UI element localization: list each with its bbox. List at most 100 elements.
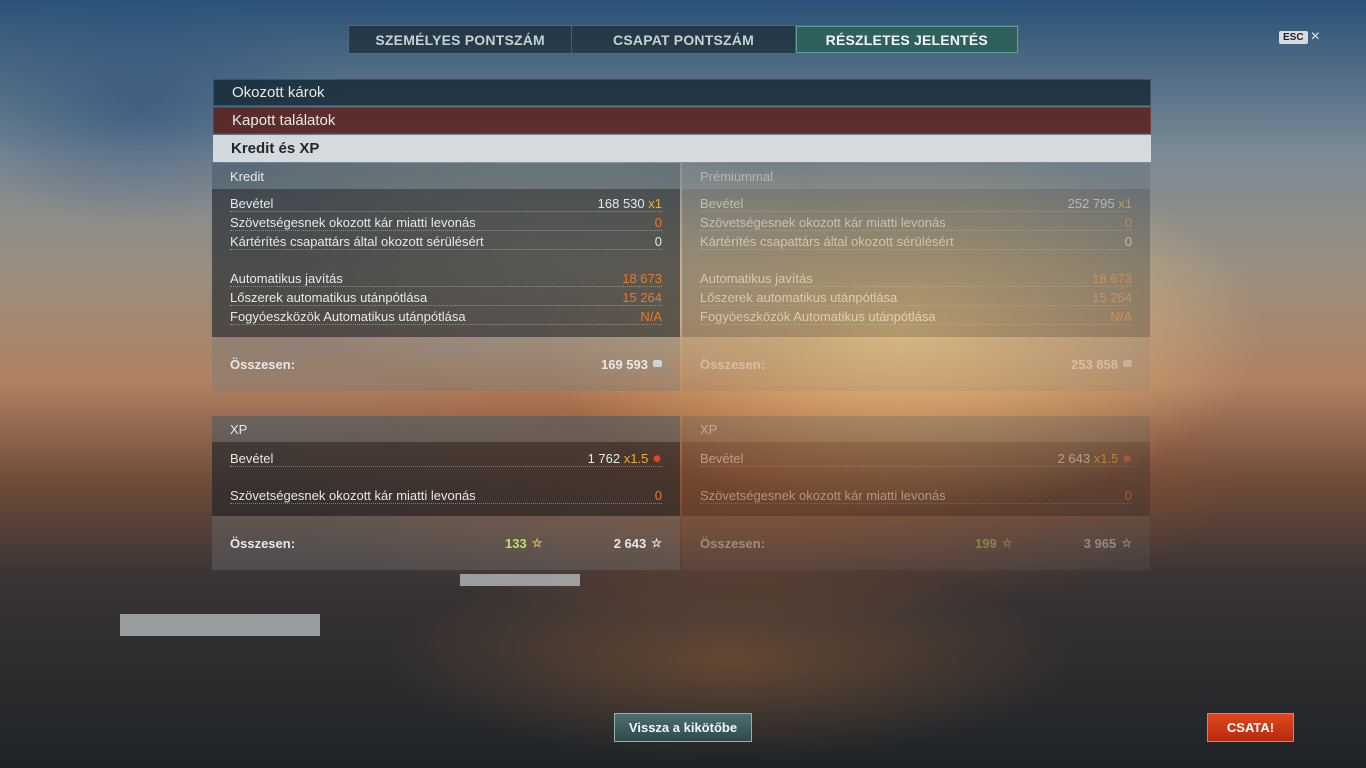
credits-panel: Kredit Bevétel 168 530 x1 Szövetségesnek …: [212, 163, 680, 391]
row-value: 1 762: [587, 451, 621, 466]
row-value: 18 673: [1092, 271, 1132, 286]
total-label: Összesen:: [230, 535, 296, 551]
row-label: Szövetségesnek okozott kár miatti levoná…: [700, 215, 946, 230]
panel-header: Prémiummal: [682, 163, 1150, 189]
panel-body: Bevétel 168 530 x1 Szövetségesnek okozott…: [212, 189, 680, 337]
total-label: Összesen:: [700, 356, 766, 372]
list-item: Lőszerek automatikus utánpótlása 15 264: [700, 287, 1132, 306]
free-xp-value: 133: [505, 535, 527, 551]
list-item: Szövetségesnek okozott kár miatti levoná…: [230, 485, 662, 504]
row-value: N/A: [640, 309, 662, 324]
xp-star-icon: ☆: [1121, 536, 1132, 550]
row-value: 168 530: [597, 196, 645, 211]
row-value: 0: [1124, 234, 1132, 249]
panel-body: Bevétel 252 795 x1 Szövetségesnek okozott…: [682, 189, 1150, 337]
panel-title: XP: [230, 421, 248, 437]
row-label: Bevétel: [230, 451, 274, 466]
panel-total: Összesen: 253 858: [682, 337, 1150, 391]
row-label: Fogyóeszközök Automatikus utánpótlása: [700, 309, 936, 324]
list-item: Lőszerek automatikus utánpótlása 15 264: [230, 287, 662, 306]
panel-title: Prémiummal: [700, 168, 773, 184]
tab-detailed-report[interactable]: RÉSZLETES JELENTÉS: [795, 26, 1018, 53]
panel-body: Bevétel 2 643 x1.5 ✸ Szövetségesnek okozo…: [682, 442, 1150, 516]
multiplier: x1.5: [1093, 451, 1119, 466]
panel-header: Kredit: [212, 163, 680, 189]
battle-button[interactable]: CSATA!: [1207, 713, 1294, 742]
section-damage-dealt[interactable]: Okozott károk: [213, 79, 1151, 106]
list-item: Szövetségesnek okozott kár miatti levoná…: [700, 212, 1132, 231]
free-xp-star-icon: ☆: [531, 536, 543, 550]
panel-total: Összesen: 133 ☆ 2 643 ☆: [212, 516, 680, 570]
row-value: 0: [654, 488, 662, 503]
list-item: Bevétel 2 643 x1.5 ✸: [700, 446, 1132, 467]
total-value: 3 965: [1083, 535, 1117, 551]
row-label: Automatikus javítás: [700, 271, 813, 286]
close-button[interactable]: ESC ×: [1279, 28, 1320, 45]
credit-icon: [1123, 359, 1132, 369]
list-item: Bevétel 1 762 x1.5 ✸: [230, 446, 662, 467]
row-label: Kártérítés csapattárs által okozott sérü…: [230, 234, 484, 249]
row-label: Automatikus javítás: [230, 271, 343, 286]
row-value: 0: [654, 215, 662, 230]
credits-premium-panel: Prémiummal Bevétel 252 795 x1 Szövetséges…: [682, 163, 1150, 391]
total-label: Összesen:: [230, 356, 296, 372]
ship-silhouette: [120, 614, 320, 636]
row-label: Szövetségesnek okozott kár miatti levoná…: [700, 488, 946, 503]
section-label: Kredit és XP: [231, 140, 320, 157]
list-item: Automatikus javítás 18 673: [230, 268, 662, 287]
panel-header: XP: [682, 416, 1150, 442]
row-label: Szövetségesnek okozott kár miatti levoná…: [230, 215, 476, 230]
panel-total: Összesen: 199 ☆ 3 965 ☆: [682, 516, 1150, 570]
report-tabs: SZEMÉLYES PONTSZÁM CSAPAT PONTSZÁM RÉSZL…: [348, 25, 1019, 54]
panel-header: XP: [212, 416, 680, 442]
panel-total: Összesen: 169 593: [212, 337, 680, 391]
list-item: Bevétel 168 530 x1: [230, 193, 662, 212]
list-item: Fogyóeszközök Automatikus utánpótlása N/A: [700, 306, 1132, 325]
row-label: Lőszerek automatikus utánpótlása: [700, 290, 898, 305]
xp-panel: XP Bevétel 1 762 x1.5 ✸ Szövetségesnek ok…: [212, 416, 680, 570]
multiplier: x1.5: [623, 451, 649, 466]
row-label: Fogyóeszközök Automatikus utánpótlása: [230, 309, 466, 324]
ship-silhouette: [460, 574, 580, 586]
row-value: 0: [1124, 215, 1132, 230]
list-item: Szövetségesnek okozott kár miatti levoná…: [230, 212, 662, 231]
row-label: Kártérítés csapattárs által okozott sérü…: [700, 234, 954, 249]
xp-star-icon: ☆: [651, 536, 662, 550]
credit-icon: [653, 359, 662, 369]
section-label: Kapott találatok: [232, 112, 336, 129]
panel-title: XP: [700, 421, 718, 437]
row-label: Bevétel: [700, 196, 744, 211]
list-item: Kártérítés csapattárs által okozott sérü…: [700, 231, 1132, 250]
panel-title: Kredit: [230, 168, 264, 184]
back-to-port-button[interactable]: Vissza a kikötőbe: [614, 713, 752, 742]
premium-flag-icon: ✸: [1121, 452, 1132, 466]
free-xp-star-icon: ☆: [1001, 536, 1013, 550]
tab-team-score[interactable]: CSAPAT PONTSZÁM: [572, 26, 796, 53]
close-icon: ×: [1310, 28, 1320, 45]
row-label: Szövetségesnek okozott kár miatti levoná…: [230, 488, 476, 503]
row-value: 15 264: [622, 290, 662, 305]
list-item: Fogyóeszközök Automatikus utánpótlása N/A: [230, 306, 662, 325]
tab-personal-score[interactable]: SZEMÉLYES PONTSZÁM: [349, 26, 573, 53]
row-value: 2 643: [1057, 451, 1091, 466]
section-credits-xp[interactable]: Kredit és XP: [213, 135, 1151, 162]
section-label: Okozott károk: [232, 84, 325, 101]
list-item: Automatikus javítás 18 673: [700, 268, 1132, 287]
total-label: Összesen:: [700, 535, 766, 551]
row-value: 0: [654, 234, 662, 249]
free-xp-value: 199: [975, 535, 997, 551]
row-label: Lőszerek automatikus utánpótlása: [230, 290, 428, 305]
premium-flag-icon: ✸: [651, 452, 662, 466]
row-value: 18 673: [622, 271, 662, 286]
total-value: 2 643: [613, 535, 647, 551]
row-value: N/A: [1110, 309, 1132, 324]
section-hits-received[interactable]: Kapott találatok: [213, 107, 1151, 134]
esc-key-badge: ESC: [1279, 30, 1308, 44]
xp-premium-panel: XP Bevétel 2 643 x1.5 ✸ Szövetségesnek ok…: [682, 416, 1150, 570]
panel-body: Bevétel 1 762 x1.5 ✸ Szövetségesnek okozo…: [212, 442, 680, 516]
row-value: 252 795: [1067, 196, 1115, 211]
list-item: Szövetségesnek okozott kár miatti levoná…: [700, 485, 1132, 504]
list-item: Kártérítés csapattárs által okozott sérü…: [230, 231, 662, 250]
total-value: 253 858: [1071, 356, 1118, 372]
row-label: Bevétel: [230, 196, 274, 211]
